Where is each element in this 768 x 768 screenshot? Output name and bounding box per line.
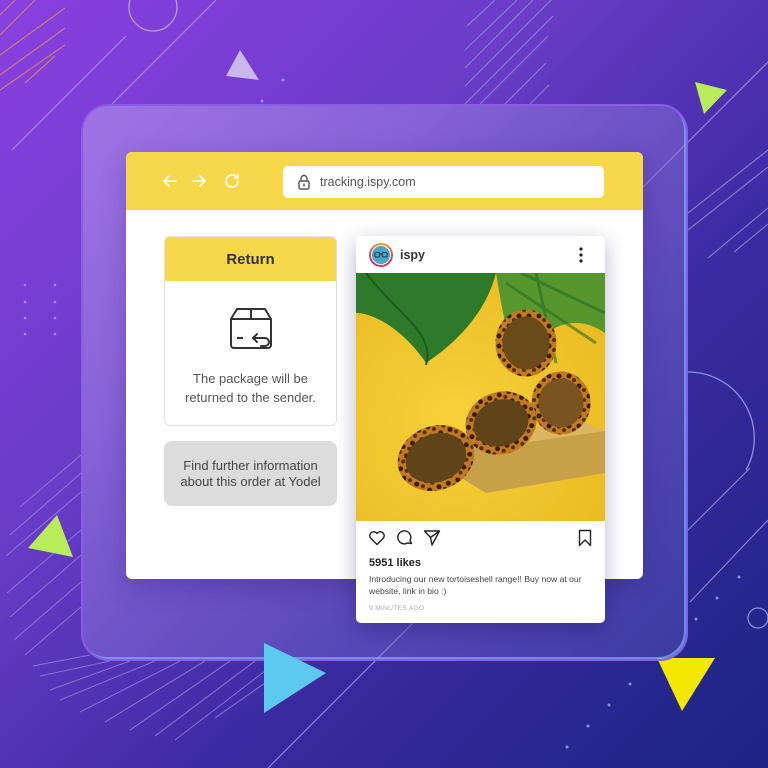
post-header: ispy [356,236,605,273]
outline-circle-top [128,0,178,32]
post-timestamp: 9 MINUTES AGO [369,605,425,612]
likes-count[interactable]: 5951 likes [356,557,605,569]
post-actions [356,521,605,555]
forward-arrow-icon[interactable] [190,172,208,190]
dot-grid-left [23,283,57,336]
yodel-info-button[interactable]: Find further information about this orde… [164,441,337,506]
stripes-top-right [464,0,554,105]
triangle-yellow [657,658,715,711]
browser-toolbar: tracking.ispy.com [126,152,643,210]
triangle-lime-top-right [695,82,727,114]
instagram-post-card: ispy 5951 likes Introducing our new tort… [356,236,605,623]
back-arrow-icon[interactable] [161,172,179,190]
url-text: tracking.ispy.com [320,175,416,189]
outline-arc-right [687,371,755,471]
post-caption: Introducing our new tortoiseshell range!… [369,574,582,596]
sunglasses-photo-illustration [356,273,605,521]
return-description: The package will be returned to the send… [185,371,316,405]
more-vertical-icon[interactable] [579,247,583,263]
lock-icon [298,174,310,190]
triangle-lavender [226,50,259,80]
avatar[interactable] [369,242,393,267]
send-icon[interactable] [423,529,441,547]
stripes-right [687,149,768,259]
return-status-card: Return The package will be returned to t… [164,236,337,426]
orange-stripes-top-left [0,0,66,91]
post-username[interactable]: ispy [400,248,425,262]
comment-icon[interactable] [396,529,414,547]
reload-icon[interactable] [223,172,241,190]
glasses-icon [374,251,388,257]
box-return-icon [229,308,272,349]
return-card-title: Return [165,237,336,281]
bookmark-icon[interactable] [576,529,594,547]
outline-circle-right [747,607,768,629]
triangle-lime-left [28,515,73,557]
address-bar[interactable]: tracking.ispy.com [283,166,604,198]
post-photo[interactable] [356,273,605,521]
heart-icon[interactable] [368,529,386,547]
